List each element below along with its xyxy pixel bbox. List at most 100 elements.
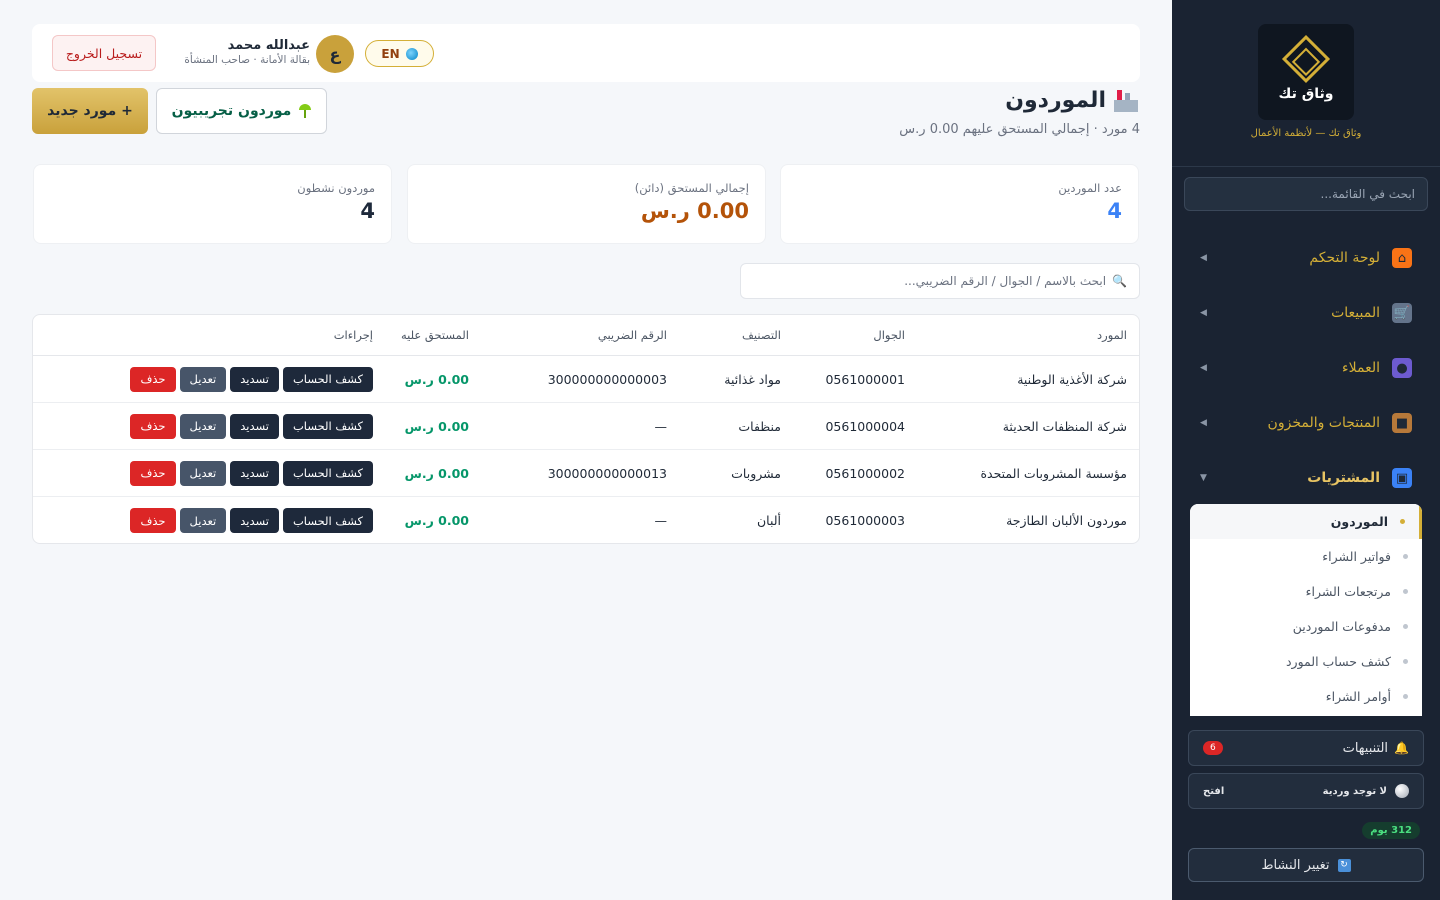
users-icon: ● xyxy=(1392,358,1412,378)
row-actions: كشف الحساب تسديد تعديل حذف xyxy=(73,403,373,449)
delete-button[interactable]: حذف xyxy=(130,460,176,486)
supplier-category: مواد غذائية xyxy=(724,371,781,387)
edit-button[interactable]: تعديل xyxy=(179,366,227,392)
nav-item-sales[interactable]: 🛒 المبيعات ◀ xyxy=(1184,293,1428,333)
logo-text: وثاق تك xyxy=(1278,86,1334,102)
sprout-icon xyxy=(299,104,312,118)
supplier-phone: 0561000004 xyxy=(825,418,905,434)
cart-icon: 🛒 xyxy=(1392,303,1412,323)
row-actions: كشف الحساب تسديد تعديل حذف xyxy=(73,356,373,402)
open-shift-button[interactable]: افتح xyxy=(1203,786,1224,797)
supplier-name: شركة المنظفات الحديثة xyxy=(1002,418,1127,434)
switch-label: تغيير النشاط xyxy=(1261,857,1330,873)
table-row: شركة المنظفات الحديثة 0561000004 منظفات … xyxy=(33,403,1139,450)
brand-logo[interactable]: وثاق تك xyxy=(1258,24,1354,120)
supplier-name: شركة الأغذية الوطنية xyxy=(1017,371,1127,387)
edit-button[interactable]: تعديل xyxy=(179,413,227,439)
delete-button[interactable]: حذف xyxy=(130,366,176,392)
box-icon: ■ xyxy=(1392,413,1412,433)
submenu-item-supplier-payments[interactable]: مدفوعات الموردين xyxy=(1190,609,1422,644)
header-due: المستحق عليه xyxy=(400,328,469,342)
pay-button[interactable]: تسديد xyxy=(230,366,279,392)
nav-item-products[interactable]: ■ المنتجات والمخزون ◀ xyxy=(1184,403,1428,443)
supplier-phone: 0561000002 xyxy=(825,465,905,481)
notifications-count-badge: 6 xyxy=(1203,741,1223,755)
submenu-item-purchase-invoices[interactable]: فواتير الشراء xyxy=(1190,539,1422,574)
page-title: الموردون xyxy=(1005,88,1106,113)
table-row: شركة الأغذية الوطنية 0561000001 مواد غذا… xyxy=(33,356,1139,403)
supplier-name: مؤسسة المشروبات المتحدة xyxy=(980,465,1127,481)
submenu-item-suppliers[interactable]: الموردون xyxy=(1190,504,1422,539)
notifications-label: التنبيهات xyxy=(1342,740,1389,756)
supplier-category: مشروبات xyxy=(731,465,781,481)
stat-card-active-suppliers: موردون نشطون 4 xyxy=(33,164,392,244)
statement-button[interactable]: كشف الحساب xyxy=(282,460,373,486)
submenu-item-purchase-orders[interactable]: أوامر الشراء xyxy=(1190,679,1422,714)
caret-left-icon: ◀ xyxy=(1200,418,1207,428)
new-supplier-button[interactable]: + مورد جديد xyxy=(32,88,148,134)
avatar[interactable]: ع xyxy=(316,35,354,73)
statement-button[interactable]: كشف الحساب xyxy=(282,508,373,533)
submenu-item-supplier-statement[interactable]: كشف حساب المورد xyxy=(1190,644,1422,679)
brand-tagline: وثاق تك — لأنظمة الأعمال xyxy=(1250,128,1362,139)
submenu-item-purchase-returns[interactable]: مرتجعات الشراء xyxy=(1190,574,1422,609)
supplier-due: 0.00 ر.س xyxy=(404,371,469,387)
edit-button[interactable]: تعديل xyxy=(179,508,227,533)
supplier-tax-number: 300000000000003 xyxy=(547,371,667,387)
sidebar-divider xyxy=(1172,166,1440,167)
user-info: عبدالله محمد بقالة الأمانة · صاحب المنشأ… xyxy=(174,38,310,66)
nav-item-customers[interactable]: ● العملاء ◀ xyxy=(1184,348,1428,388)
delete-button[interactable]: حذف xyxy=(130,413,176,439)
supplier-tax-number: — xyxy=(654,513,668,528)
purchases-submenu: الموردون فواتير الشراء مرتجعات الشراء مد… xyxy=(1190,504,1422,716)
user-name: عبدالله محمد xyxy=(227,38,310,53)
language-toggle[interactable]: EN xyxy=(365,40,434,67)
pay-button[interactable]: تسديد xyxy=(230,460,279,486)
nav-item-purchases[interactable]: ▣ المشتريات ▼ xyxy=(1184,458,1428,498)
statement-button[interactable]: كشف الحساب xyxy=(282,366,373,392)
row-actions: كشف الحساب تسديد تعديل حذف xyxy=(73,497,373,543)
sidebar-search-input[interactable] xyxy=(1184,177,1428,211)
submenu-label: مرتجعات الشراء xyxy=(1305,584,1391,599)
supplier-search-box: 🔍 xyxy=(740,263,1140,299)
supplier-phone: 0561000003 xyxy=(825,513,905,528)
bullet-icon xyxy=(1403,624,1408,629)
supplier-tax-number: — xyxy=(654,418,668,434)
header-supplier: المورد xyxy=(1097,328,1127,342)
nav-item-dashboard[interactable]: ⌂ لوحة التحكم ◀ xyxy=(1184,238,1428,278)
submenu-label: فواتير الشراء xyxy=(1322,549,1391,564)
bullet-icon xyxy=(1403,694,1408,699)
supplier-search-input[interactable] xyxy=(753,274,1107,288)
logo-mark-icon xyxy=(1281,34,1331,84)
factory-icon xyxy=(1114,89,1138,112)
switch-business-button[interactable]: ↻ تغيير النشاط xyxy=(1188,848,1424,882)
supplier-phone: 0561000001 xyxy=(825,371,905,387)
stat-label: عدد الموردين xyxy=(1058,181,1122,195)
stat-value: 0.00 ر.س xyxy=(640,199,749,223)
subscription-days-badge: 312 يوم xyxy=(1362,822,1420,839)
shift-label: لا توجد وردية xyxy=(1322,785,1387,797)
bullet-icon xyxy=(1400,519,1405,524)
supplier-due: 0.00 ر.س xyxy=(404,513,469,528)
statement-button[interactable]: كشف الحساب xyxy=(282,413,373,439)
submenu-label: أوامر الشراء xyxy=(1325,689,1391,704)
nav-label: العملاء xyxy=(1342,360,1380,376)
table-header-row: المورد الجوال التصنيف الرقم الضريبي المس… xyxy=(33,315,1139,356)
nav-label: المنتجات والمخزون xyxy=(1267,415,1380,431)
header-category: التصنيف xyxy=(742,328,781,342)
caret-down-icon: ▼ xyxy=(1200,473,1207,483)
delete-button[interactable]: حذف xyxy=(130,508,176,533)
pay-button[interactable]: تسديد xyxy=(230,413,279,439)
logout-button[interactable]: تسجيل الخروج xyxy=(52,35,156,71)
supplier-due: 0.00 ر.س xyxy=(404,465,469,481)
pay-button[interactable]: تسديد xyxy=(230,508,279,533)
header-phone: الجوال xyxy=(873,328,905,342)
notifications-button[interactable]: 🔔 التنبيهات 6 xyxy=(1188,730,1424,766)
edit-button[interactable]: تعديل xyxy=(179,460,227,486)
suppliers-table: المورد الجوال التصنيف الرقم الضريبي المس… xyxy=(32,314,1140,544)
demo-suppliers-button[interactable]: موردون تجريبيون xyxy=(156,88,327,134)
nav-label: المشتريات xyxy=(1307,470,1380,486)
supplier-name: موردون الألبان الطازجة xyxy=(1006,513,1127,528)
switch-icon: ↻ xyxy=(1337,858,1351,872)
bell-icon: 🔔 xyxy=(1394,741,1409,755)
